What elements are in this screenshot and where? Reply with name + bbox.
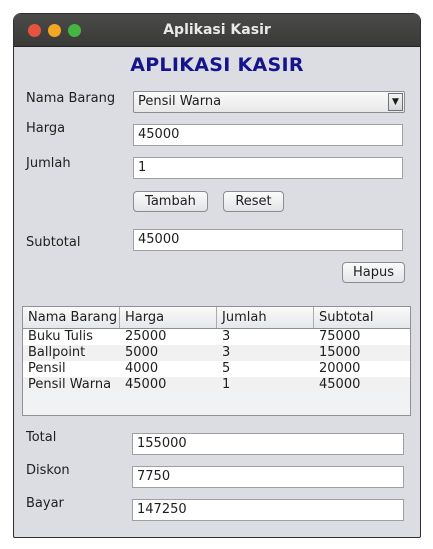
table-cell: 45000 xyxy=(319,377,361,392)
column-header-nama-barang[interactable]: Nama Barang xyxy=(23,307,120,328)
table-cell: Buku Tulis xyxy=(28,329,93,344)
table-cell: Pensil xyxy=(28,361,66,376)
subtotal-field[interactable]: 45000 xyxy=(133,229,403,251)
table-cell: 1 xyxy=(222,377,231,392)
harga-label: Harga xyxy=(26,121,66,136)
table-cell: 20000 xyxy=(319,361,361,376)
table-cell: 5 xyxy=(222,361,231,376)
triangle-down-icon[interactable]: ▼ xyxy=(388,93,403,111)
table-row[interactable]: Buku Tulis 25000 3 75000 xyxy=(23,329,410,345)
table-row[interactable]: Pensil Warna 45000 1 45000 xyxy=(23,377,410,393)
table-cell: 4000 xyxy=(125,361,159,376)
app-window: Aplikasi Kasir APLIKASI KASIR Nama Baran… xyxy=(13,13,421,538)
diskon-label: Diskon xyxy=(26,463,70,478)
jumlah-field[interactable]: 1 xyxy=(133,157,403,179)
subtotal-label: Subtotal xyxy=(26,235,81,250)
bayar-label: Bayar xyxy=(26,496,64,511)
table-row[interactable]: Pensil 4000 5 20000 xyxy=(23,361,410,377)
table-cell: Pensil Warna xyxy=(28,377,112,392)
diskon-field[interactable]: 7750 xyxy=(132,466,404,488)
hapus-button[interactable]: Hapus xyxy=(342,262,405,283)
jumlah-label: Jumlah xyxy=(26,156,71,171)
table-cell: Ballpoint xyxy=(28,345,86,360)
table-cell: 75000 xyxy=(319,329,361,344)
table-cell: 45000 xyxy=(125,377,167,392)
window-title: Aplikasi Kasir xyxy=(163,22,271,38)
reset-button[interactable]: Reset xyxy=(223,191,284,212)
table-cell: 3 xyxy=(222,329,231,344)
column-header-jumlah[interactable]: Jumlah xyxy=(217,307,314,328)
table-header: Nama Barang Harga Jumlah Subtotal xyxy=(23,307,410,329)
table-cell: 25000 xyxy=(125,329,167,344)
tambah-button[interactable]: Tambah xyxy=(133,191,208,212)
total-field[interactable]: 155000 xyxy=(132,433,404,455)
table-cell: 15000 xyxy=(319,345,361,360)
nama-barang-selected-value: Pensil Warna xyxy=(138,94,222,109)
total-label: Total xyxy=(26,430,57,445)
nama-barang-label: Nama Barang xyxy=(26,91,116,106)
table-row[interactable]: Ballpoint 5000 3 15000 xyxy=(23,345,410,361)
cart-table[interactable]: Nama Barang Harga Jumlah Subtotal Buku T… xyxy=(22,306,411,416)
app-heading: APLIKASI KASIR xyxy=(130,54,304,76)
title-bar[interactable]: Aplikasi Kasir xyxy=(14,14,420,47)
table-cell: 3 xyxy=(222,345,231,360)
table-cell: 5000 xyxy=(125,345,159,360)
column-header-harga[interactable]: Harga xyxy=(120,307,217,328)
nama-barang-select[interactable]: Pensil Warna ▼ xyxy=(133,91,405,113)
column-header-subtotal[interactable]: Subtotal xyxy=(314,307,410,328)
bayar-field[interactable]: 147250 xyxy=(132,499,404,521)
harga-field[interactable]: 45000 xyxy=(133,124,403,146)
